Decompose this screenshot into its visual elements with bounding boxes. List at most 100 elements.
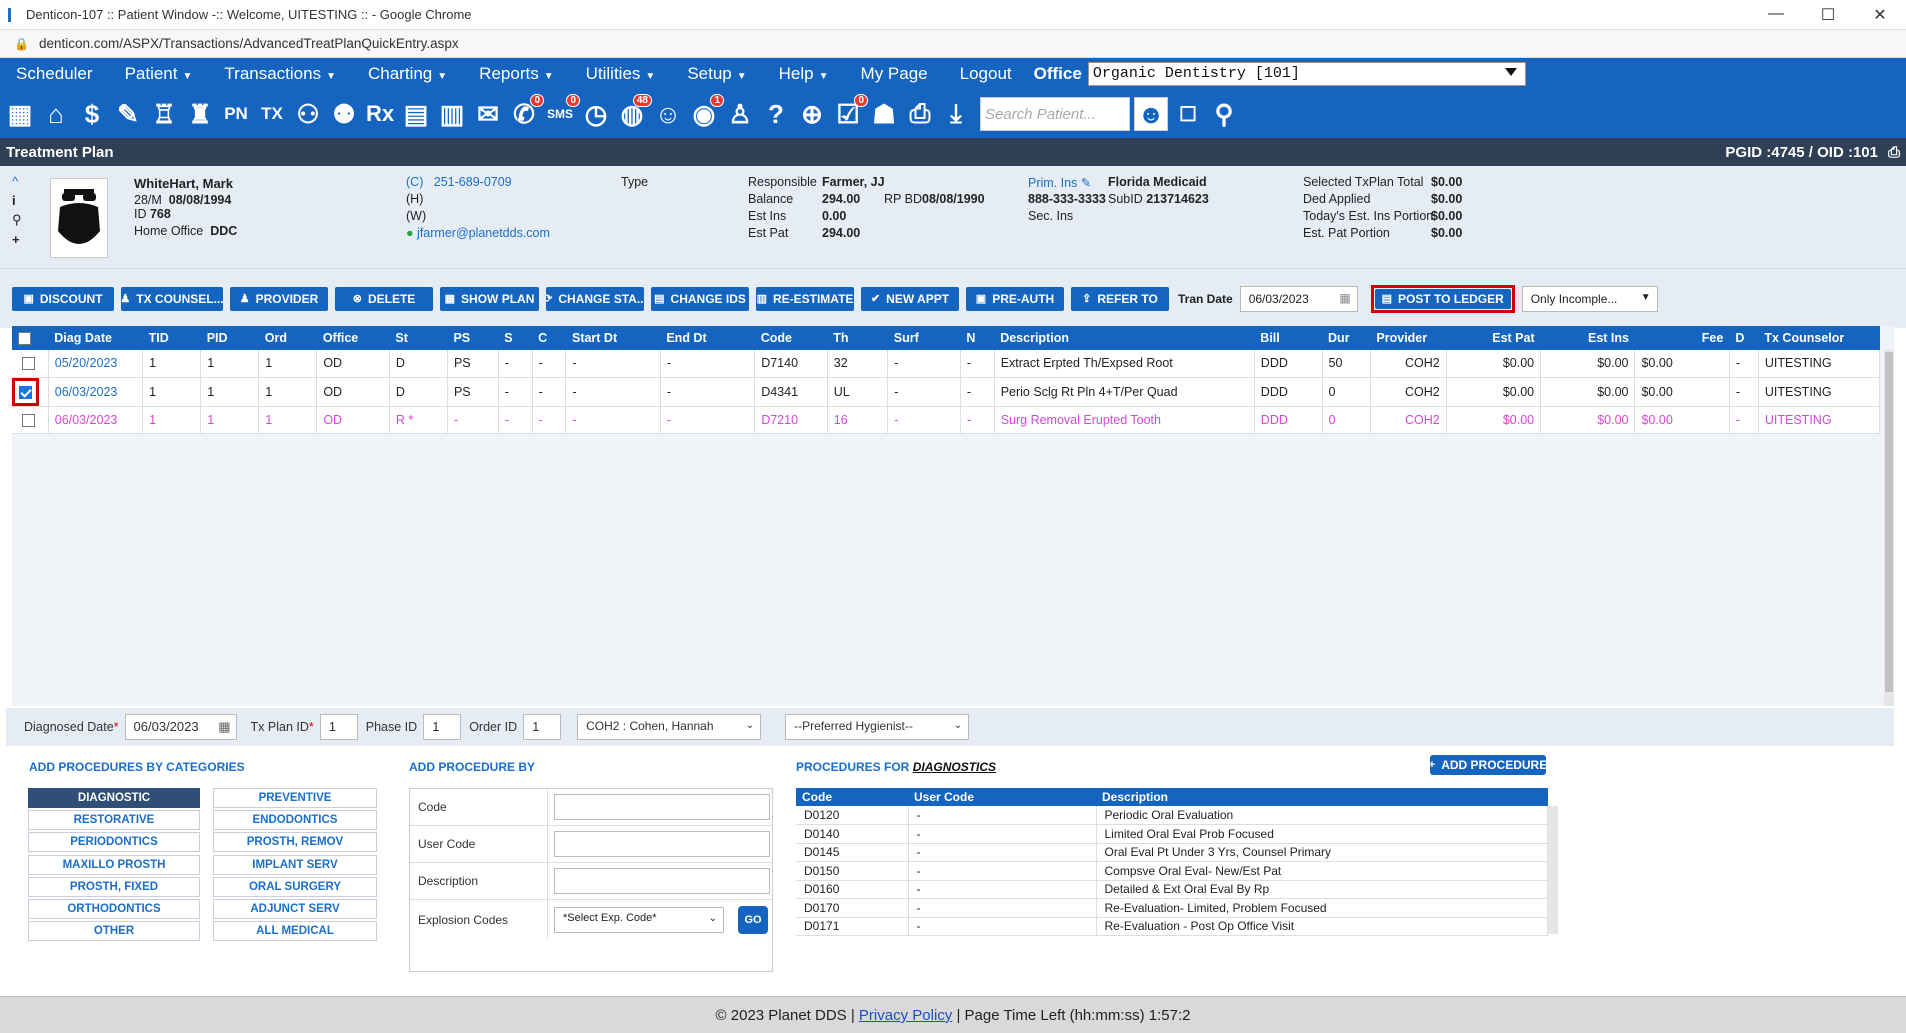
grid-col-0[interactable] [12, 326, 49, 350]
table-row[interactable]: 05/20/2023 1 1 1 OD D PS - - - - D7140 32- - Extract E… [12, 350, 1881, 378]
maximize-icon[interactable]: ☐ [1802, 5, 1854, 25]
grid-col-17[interactable]: Bill [1254, 326, 1323, 350]
menu-reports[interactable]: Reports ▼ [463, 64, 569, 84]
sms-icon[interactable]: SMS 0 [544, 94, 580, 132]
go-button[interactable]: GO [738, 905, 768, 934]
order-input[interactable]: 1 [523, 714, 562, 740]
notes-icon[interactable]: ▤ [400, 96, 432, 132]
prim-ins-label[interactable]: Prim. Ins [1028, 176, 1077, 190]
menu-help[interactable]: Help ▼ [763, 64, 845, 84]
user-code-input[interactable] [554, 831, 770, 857]
menu-my-page[interactable]: My Page [845, 64, 944, 84]
tx-icon[interactable]: TX [256, 96, 288, 132]
clock-icon[interactable]: ◷ [580, 96, 612, 132]
office-select[interactable]: Organic Dentistry [101] [1087, 62, 1526, 86]
tran-date-input[interactable]: 06/03/2023 ▦ [1239, 285, 1358, 312]
list-item[interactable]: D0170- Re-Evaluation- Limited, Problem Fo… [796, 898, 1548, 918]
diag-date-input[interactable]: 06/03/2023 ▦ [124, 714, 237, 740]
pre-auth-button[interactable]: ▣ PRE-AUTH [966, 286, 1064, 311]
grid-col-10[interactable]: Start Dt [565, 326, 661, 350]
code-input[interactable] [554, 794, 770, 820]
hygienist-select[interactable]: --Preferred Hygienist-- ⌄ [785, 714, 970, 740]
edit-ins-icon[interactable]: ✎ [1081, 176, 1091, 190]
home-icon[interactable]: ⌂ [40, 96, 72, 132]
procs-scrollbar[interactable] [1548, 806, 1558, 934]
select-all-checkbox[interactable] [18, 332, 31, 346]
phone-cell[interactable]: 251-689-0709 [434, 175, 512, 189]
explosion-select[interactable]: *Select Exp. Code* ⌄ [554, 906, 724, 933]
category-prosth-remov[interactable]: PROSTH, REMOV [213, 832, 377, 853]
grid-col-14[interactable]: Surf [887, 326, 961, 350]
menu-utilities[interactable]: Utilities ▼ [570, 64, 672, 84]
row-checkbox[interactable] [19, 385, 32, 399]
category-other[interactable]: OTHER [28, 921, 200, 942]
grid-col-24[interactable]: Tx Counselor [1758, 326, 1880, 350]
provider-select[interactable]: COH2 : Cohen, Hannah ⌄ [577, 714, 762, 740]
category-adjunct-serv[interactable]: ADJUNCT SERV [213, 899, 377, 919]
grid-col-18[interactable]: Dur [1322, 326, 1371, 350]
print-icon[interactable]: ⎙ [904, 96, 936, 132]
grid-col-20[interactable]: Est Pat [1446, 326, 1541, 350]
grid-col-12[interactable]: Code [754, 326, 828, 350]
category-periodontics[interactable]: PERIODONTICS [28, 832, 200, 853]
calendar-small-icon[interactable]: ▦ [1339, 291, 1350, 305]
category-prosth-fixed[interactable]: PROSTH, FIXED [28, 876, 200, 897]
re-estimate-button[interactable]: ▥ RE-ESTIMATE [756, 286, 854, 311]
show-plan-button[interactable]: ▦ SHOW PLAN [440, 286, 539, 311]
category-diagnostic[interactable]: DIAGNOSTIC [28, 788, 200, 808]
minimize-icon[interactable]: — [1750, 5, 1802, 25]
list-item[interactable]: D0145- Oral Eval Pt Under 3 Yrs, Counsel … [796, 843, 1548, 862]
rx-icon[interactable]: Rx [364, 96, 396, 132]
category-maxillo-prosth[interactable]: MAXILLO PROSTH [28, 854, 200, 875]
info-icon[interactable]: i [12, 193, 22, 208]
dollar-icon[interactable]: $ [76, 96, 108, 132]
alert-icon[interactable]: ◉ 1 [688, 94, 724, 132]
paperclip-icon[interactable]: ⚲ [12, 212, 22, 228]
user-search-icon[interactable]: ☻ [1134, 97, 1168, 131]
grid-col-9[interactable]: C [532, 326, 566, 350]
patient-add-icon[interactable]: ⚇ [292, 96, 324, 132]
txplan-input[interactable]: 1 [319, 714, 358, 740]
change-ids-button[interactable]: ▤ CHANGE IDS [651, 286, 749, 311]
row-checkbox[interactable] [22, 357, 35, 371]
list-item[interactable]: D0171- Re-Evaluation - Post Op Office Vis… [796, 917, 1548, 936]
patient-email[interactable]: jfarmer@planetdds.com [417, 226, 550, 240]
menu-scheduler[interactable]: Scheduler [0, 64, 109, 84]
menu-transactions[interactable]: Transactions ▼ [208, 64, 352, 84]
grid-col-2[interactable]: TID [142, 326, 201, 350]
discount-button[interactable]: ▣ DISCOUNT [12, 286, 114, 311]
family-add-icon[interactable]: ⚉ [328, 96, 360, 132]
tooth-outline-icon[interactable]: ♙ [724, 96, 756, 132]
list-item[interactable]: D0140- Limited Oral Eval Prob Focused [796, 824, 1548, 844]
category-orthodontics[interactable]: ORTHODONTICS [28, 899, 200, 919]
chevron-up-icon[interactable]: ^ [12, 174, 22, 189]
tx-counsel-button[interactable]: ♟ TX COUNSEL... [121, 286, 223, 311]
grid-col-23[interactable]: D [1729, 326, 1759, 350]
description-input[interactable] [554, 868, 770, 894]
support-icon[interactable]: ☺ [652, 96, 684, 132]
globe-icon[interactable]: ◍ 48 [616, 94, 652, 132]
teeth-icon[interactable]: ♜ [184, 96, 216, 132]
delete-button[interactable]: ⊗ DELETE [335, 286, 433, 311]
category-restorative[interactable]: RESTORATIVE [28, 810, 200, 831]
calendar-icon[interactable]: ▦ [4, 96, 36, 132]
privacy-link[interactable]: Privacy Policy [859, 1007, 952, 1024]
checklist-icon[interactable]: ☑ 0 [832, 94, 868, 132]
table-row[interactable]: 06/03/2023 1 1 1 OD D PS - - - - D4341 UL - - Perio Scl… [12, 377, 1881, 407]
category-endodontics[interactable]: ENDODONTICS [213, 810, 377, 831]
row-checkbox[interactable] [22, 413, 35, 427]
printer-doc-icon[interactable]: ▥ [436, 96, 468, 132]
add-procedure-button[interactable]: + ADD PROCEDURE [1430, 755, 1546, 775]
print-small-icon[interactable]: ⎙ [1888, 144, 1900, 161]
grid-col-16[interactable]: Description [994, 326, 1255, 350]
list-item[interactable]: D0160- Detailed & Ext Oral Eval By Rp [796, 880, 1548, 899]
web-icon[interactable]: ⊕ [796, 96, 828, 132]
grid-col-6[interactable]: St [389, 326, 448, 350]
category-oral-surgery[interactable]: ORAL SURGERY [213, 876, 377, 897]
category-all-medical[interactable]: ALL MEDICAL [213, 921, 377, 942]
grid-col-15[interactable]: N [960, 326, 995, 350]
list-item[interactable]: D0150- Compsve Oral Eval- New/Est Pat [796, 861, 1548, 881]
pn-icon[interactable]: PN [220, 96, 252, 132]
close-icon[interactable]: ✕ [1854, 5, 1906, 25]
grid-col-3[interactable]: PID [200, 326, 259, 350]
